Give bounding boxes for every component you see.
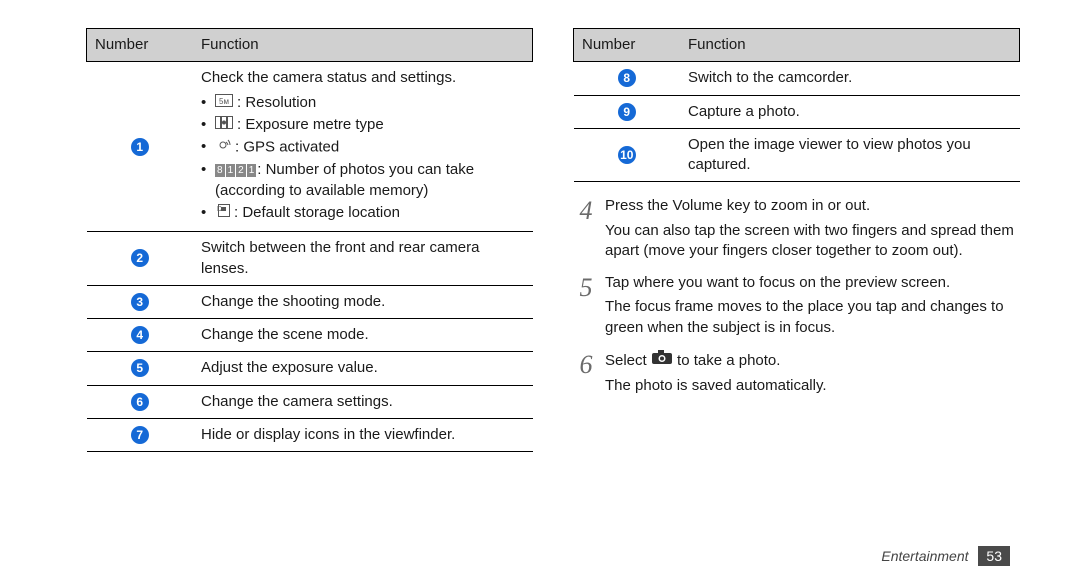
- step-text: You can also tap the screen with two fin…: [605, 221, 1020, 262]
- row-text: Open the image viewer to view photos you…: [680, 128, 1020, 182]
- row-text: Change the shooting mode.: [193, 285, 533, 318]
- table-row: 7 Hide or display icons in the viewfinde…: [87, 418, 533, 451]
- table-row: 5 Adjust the exposure value.: [87, 352, 533, 385]
- svg-text:5м: 5м: [219, 97, 229, 106]
- function-table-left: Number Function 1 Check the camera statu…: [86, 28, 533, 452]
- number-badge: 4: [131, 326, 149, 344]
- row-text: Change the scene mode.: [193, 319, 533, 352]
- col-header-function: Function: [193, 29, 533, 62]
- table-row: 2 Switch between the front and rear came…: [87, 232, 533, 286]
- step-number: 4: [573, 198, 599, 224]
- step-text: The photo is saved automatically.: [605, 376, 1020, 396]
- number-badge: 9: [618, 103, 636, 121]
- step-text: Tap where you want to focus on the previ…: [605, 273, 1020, 293]
- step-number: 6: [573, 352, 599, 378]
- step-text: Select to take a photo.: [605, 350, 1020, 372]
- row-text: Adjust the exposure value.: [193, 352, 533, 385]
- table-row: 9 Capture a photo.: [574, 95, 1020, 128]
- section-name: Entertainment: [881, 548, 968, 564]
- item-label: Resolution: [245, 94, 316, 111]
- step-item: 5 Tap where you want to focus on the pre…: [573, 273, 1020, 342]
- page-number: 53: [978, 546, 1010, 566]
- row-text: Switch to the camcorder.: [680, 62, 1020, 95]
- item-label: Default storage location: [242, 204, 400, 221]
- step-list: 4 Press the Volume key to zoom in or out…: [573, 196, 1020, 400]
- number-badge: 7: [131, 426, 149, 444]
- table-row: 4 Change the scene mode.: [87, 319, 533, 352]
- step-text: Press the Volume key to zoom in or out.: [605, 196, 1020, 216]
- gps-icon: [215, 137, 231, 158]
- exposure-metre-icon: [215, 115, 233, 135]
- step-item: 6 Select to take a photo. The photo is s…: [573, 350, 1020, 401]
- resolution-icon: 5м: [215, 93, 233, 113]
- camera-icon: [651, 349, 673, 371]
- table-row: 3 Change the shooting mode.: [87, 285, 533, 318]
- row-text: Change the camera settings.: [193, 385, 533, 418]
- storage-icon: D: [215, 203, 230, 223]
- row-text: Switch between the front and rear camera…: [193, 232, 533, 286]
- page-footer: Entertainment 53: [881, 546, 1010, 566]
- item-label: GPS activated: [243, 139, 339, 156]
- status-icon-list: 5м: Resolution : Exposure metre type : G…: [201, 93, 525, 224]
- number-badge: 8: [618, 69, 636, 87]
- number-badge: 3: [131, 293, 149, 311]
- left-column: Number Function 1 Check the camera statu…: [86, 28, 533, 586]
- row-intro: Check the camera status and settings.: [201, 68, 525, 88]
- number-badge: 2: [131, 249, 149, 267]
- row-text: Hide or display icons in the viewfinder.: [193, 418, 533, 451]
- step-item: 4 Press the Volume key to zoom in or out…: [573, 196, 1020, 265]
- item-label: Exposure metre type: [245, 116, 383, 133]
- table-row: 10 Open the image viewer to view photos …: [574, 128, 1020, 182]
- col-header-number: Number: [574, 29, 681, 62]
- col-header-function: Function: [680, 29, 1020, 62]
- counter-icon: 8121: [215, 161, 257, 178]
- step-number: 5: [573, 275, 599, 301]
- number-badge: 6: [131, 393, 149, 411]
- right-column: Number Function 8 Switch to the camcorde…: [573, 28, 1020, 586]
- table-row: 1 Check the camera status and settings. …: [87, 62, 533, 232]
- step-text: The focus frame moves to the place you t…: [605, 297, 1020, 338]
- col-header-number: Number: [87, 29, 194, 62]
- row-text: Capture a photo.: [680, 95, 1020, 128]
- number-badge: 1: [131, 138, 149, 156]
- function-table-right: Number Function 8 Switch to the camcorde…: [573, 28, 1020, 182]
- number-badge: 10: [618, 146, 636, 164]
- table-row: 6 Change the camera settings.: [87, 385, 533, 418]
- number-badge: 5: [131, 359, 149, 377]
- table-row: 8 Switch to the camcorder.: [574, 62, 1020, 95]
